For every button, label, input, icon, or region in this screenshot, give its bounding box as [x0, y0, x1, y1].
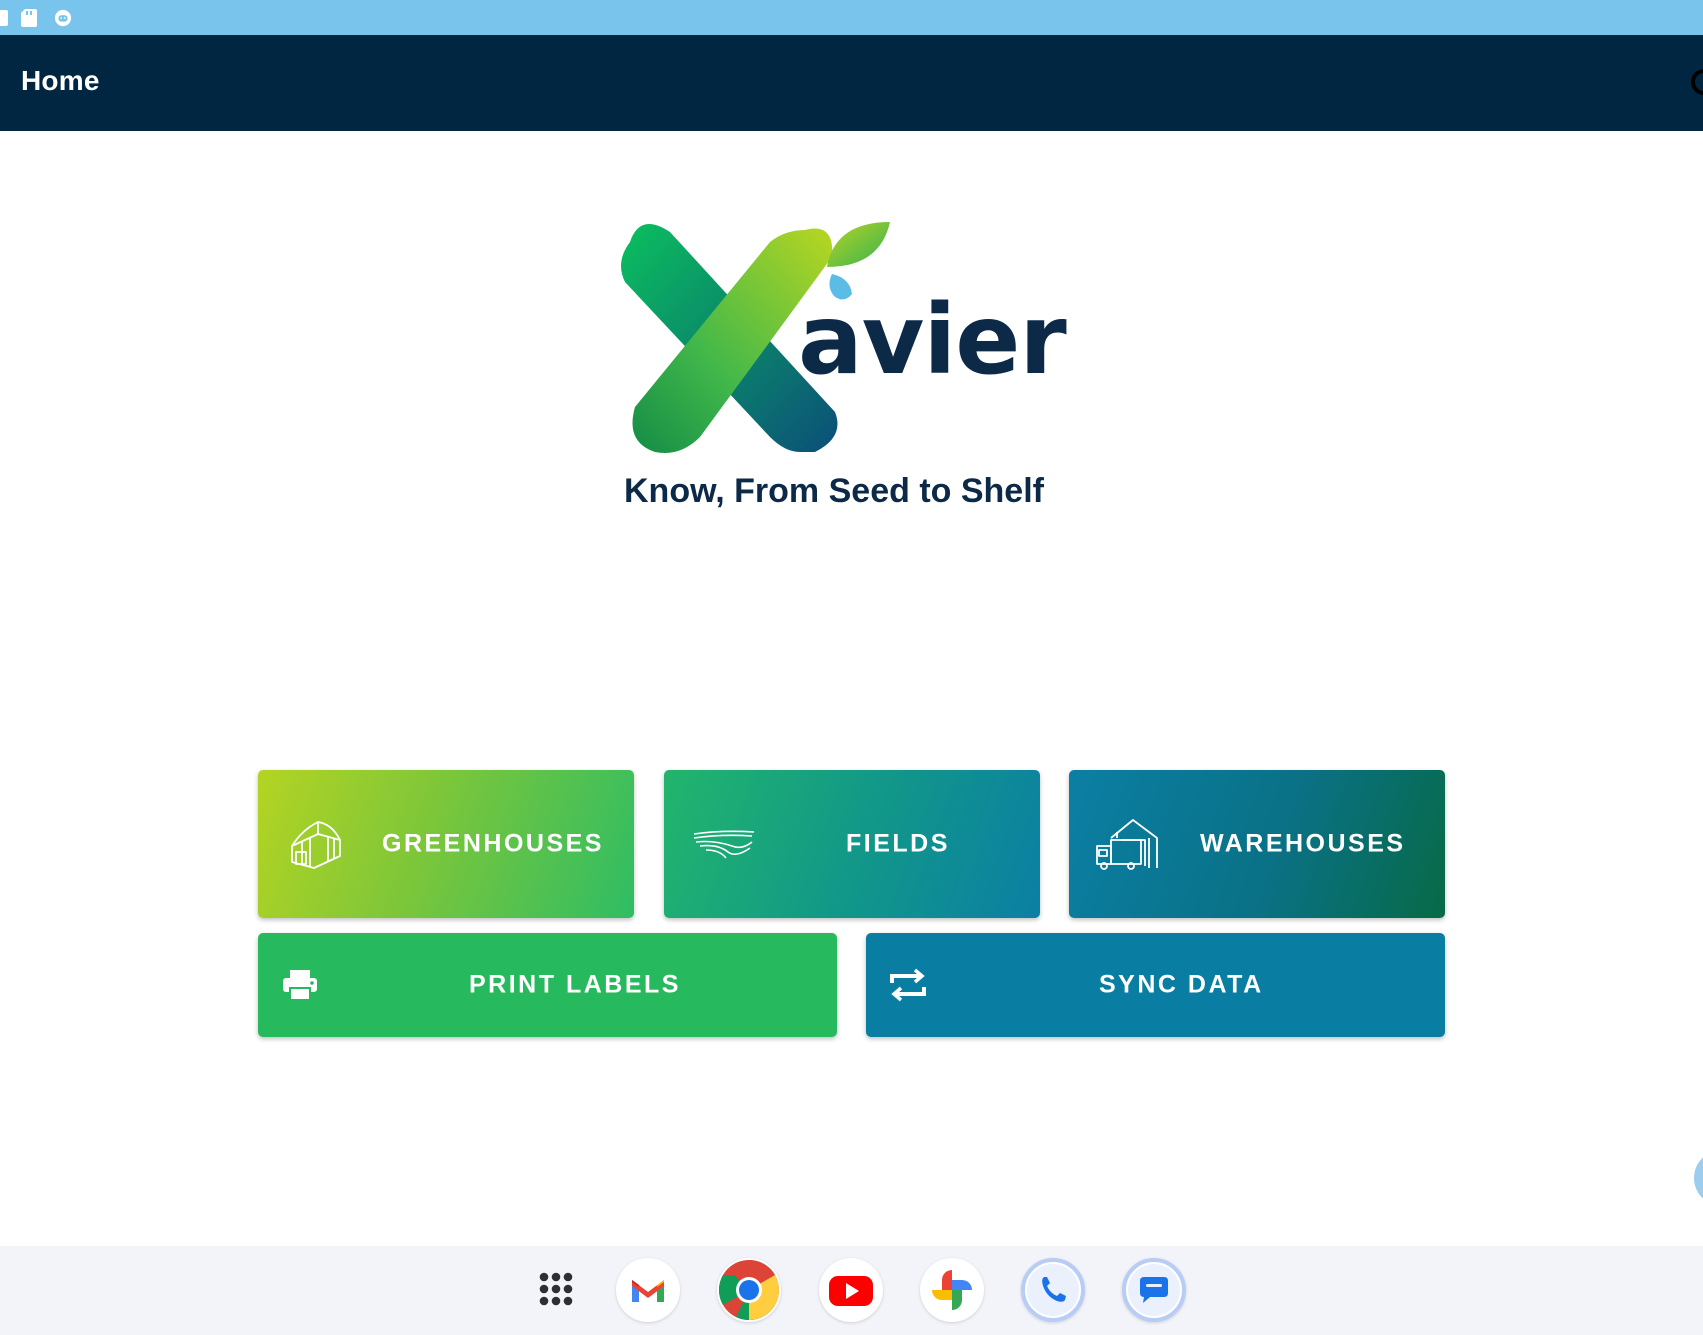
warehouses-label: WAREHOUSES: [1200, 829, 1406, 858]
greenhouse-icon: [291, 821, 341, 869]
chrome-icon[interactable]: [717, 1258, 781, 1322]
warehouse-truck-icon: [1096, 819, 1158, 870]
sync-data-button[interactable]: SYNC DATA: [866, 933, 1445, 1037]
logo-tagline: Know, From Seed to Shelf: [624, 472, 1044, 510]
warehouses-button[interactable]: WAREHOUSES: [1069, 770, 1445, 918]
field-icon: [693, 830, 755, 859]
printer-icon: [283, 970, 317, 1001]
notification-icon: [0, 10, 8, 26]
android-icon: [54, 9, 72, 27]
youtube-icon[interactable]: [819, 1258, 883, 1322]
phone-icon[interactable]: [1021, 1258, 1085, 1322]
floating-assistant-button[interactable]: [1694, 1150, 1703, 1206]
print-labels-label: PRINT LABELS: [469, 970, 681, 999]
photos-icon[interactable]: [920, 1258, 984, 1322]
greenhouses-label: GREENHOUSES: [382, 829, 604, 858]
greenhouses-button[interactable]: GREENHOUSES: [258, 770, 634, 918]
fields-label: FIELDS: [846, 829, 950, 858]
sync-data-label: SYNC DATA: [1099, 970, 1264, 999]
status-bar: [0, 0, 1703, 35]
app-drawer-icon[interactable]: [524, 1258, 588, 1322]
gmail-icon[interactable]: [616, 1258, 680, 1322]
print-labels-button[interactable]: PRINT LABELS: [258, 933, 837, 1037]
messages-icon[interactable]: [1122, 1258, 1186, 1322]
app-bar: Home: [0, 35, 1703, 131]
account-icon[interactable]: [1691, 69, 1703, 95]
sd-card-icon: [21, 9, 37, 27]
page-title: Home: [21, 65, 100, 96]
fields-button[interactable]: FIELDS: [664, 770, 1040, 918]
logo-wordmark: avier: [798, 284, 1067, 396]
sync-icon: [890, 968, 926, 1002]
